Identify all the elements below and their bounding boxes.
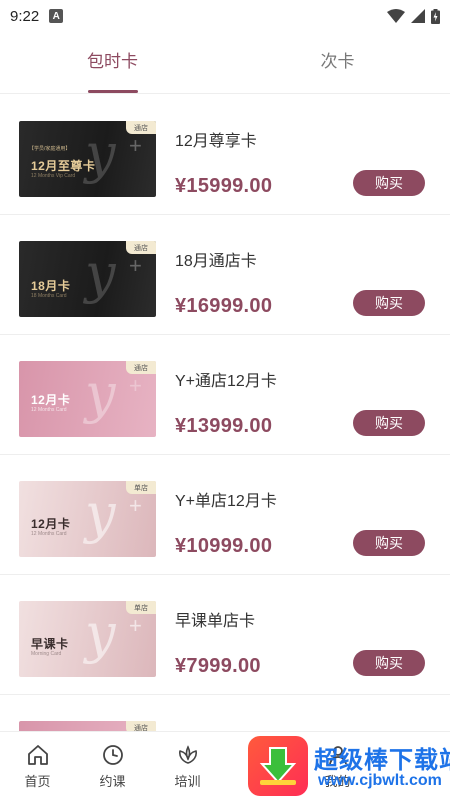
plus-mark: + [129, 613, 142, 638]
card-title: 12月至尊卡 [31, 159, 96, 173]
product-thumbnail: 通店 [19, 721, 156, 731]
site-watermark: 超级棒下载站 www.cjbwlt.com [248, 734, 450, 798]
product-item[interactable]: 通店 [0, 695, 450, 731]
product-thumbnail: y + 早课卡 Morning Card 单店 [19, 601, 156, 677]
buy-button[interactable]: 购买 [353, 170, 425, 196]
product-item[interactable]: y + 12月卡 12 Months Card 通店 Y+通店12月卡 ¥139… [0, 335, 450, 455]
tab-time-card[interactable]: 包时卡 [0, 32, 225, 93]
store-badge: 通店 [126, 121, 156, 134]
store-badge: 通店 [126, 241, 156, 254]
product-price: ¥16999.00 [175, 295, 273, 317]
wifi-icon [387, 9, 405, 23]
lotus-icon [178, 744, 197, 764]
nav-label: 约课 [99, 773, 126, 789]
card-type-tabs: 包时卡 次卡 [0, 32, 450, 94]
nav-item-training[interactable]: 培训 [150, 732, 225, 800]
watermark-logo [248, 736, 308, 796]
product-thumbnail: y + 18月卡 18 Months Card 通店 [19, 241, 156, 317]
product-price: ¥15999.00 [175, 175, 273, 197]
product-list[interactable]: 【学员/家庭通用】 y + 12月至尊卡 12 Months Vip Card … [0, 95, 450, 731]
status-bar: 9:22 A [0, 0, 450, 32]
active-tab-indicator [87, 90, 138, 93]
download-arrow-icon [259, 747, 297, 785]
product-item[interactable]: y + 12月卡 12 Months Card 单店 Y+单店12月卡 ¥109… [0, 455, 450, 575]
buy-button[interactable]: 购买 [353, 410, 425, 436]
notification-a-icon: A [49, 9, 64, 23]
product-name: Y+单店12月卡 [175, 493, 277, 510]
card-title: 早课卡 [31, 637, 69, 651]
card-title: 12月卡 [31, 393, 71, 407]
card-subtitle: 18 Months Card [31, 293, 67, 299]
store-badge: 单店 [126, 481, 156, 494]
buy-button[interactable]: 购买 [353, 530, 425, 556]
product-name: 早课单店卡 [175, 613, 256, 630]
plus-mark: + [129, 133, 142, 158]
card-title: 12月卡 [31, 517, 71, 531]
nav-item-home[interactable]: 首页 [0, 732, 75, 800]
tab-label: 包时卡 [87, 52, 138, 71]
product-name: 12月尊享卡 [175, 133, 257, 150]
buy-button[interactable]: 购买 [353, 290, 425, 316]
plus-mark: + [129, 493, 142, 518]
product-item[interactable]: 【学员/家庭通用】 y + 12月至尊卡 12 Months Vip Card … [0, 95, 450, 215]
card-subtitle: 12 Months Card [31, 407, 67, 413]
y-logo-mark: y [85, 602, 116, 665]
product-name: 18月通店卡 [175, 253, 257, 270]
clock-icon [102, 744, 123, 765]
battery-icon [431, 8, 440, 24]
nav-item-booking[interactable]: 约课 [75, 732, 150, 800]
y-logo-mark: y [85, 362, 116, 425]
product-price: ¥10999.00 [175, 535, 273, 557]
nav-label: 培训 [174, 773, 201, 789]
status-time: 9:22 [10, 7, 40, 25]
y-logo-mark: y [85, 242, 116, 305]
product-item[interactable]: y + 18月卡 18 Months Card 通店 18月通店卡 ¥16999… [0, 215, 450, 335]
plus-mark: + [129, 253, 142, 278]
card-subtitle: Morning Card [31, 651, 62, 657]
watermark-url: www.cjbwlt.com [318, 772, 442, 789]
buy-button[interactable]: 购买 [353, 650, 425, 676]
product-name: Y+通店12月卡 [175, 373, 277, 390]
card-top-text: 【学员/家庭通用】 [29, 146, 71, 152]
product-price: ¥13999.00 [175, 415, 273, 437]
watermark-title: 超级棒下载站 [314, 747, 450, 774]
product-thumbnail: 【学员/家庭通用】 y + 12月至尊卡 12 Months Vip Card … [19, 121, 156, 197]
tab-count-card[interactable]: 次卡 [225, 32, 450, 93]
nav-label: 首页 [24, 773, 51, 789]
product-price: ¥7999.00 [175, 655, 261, 677]
card-title: 18月卡 [31, 279, 71, 293]
signal-icon [411, 9, 425, 23]
status-icons [387, 8, 440, 24]
tab-label: 次卡 [320, 52, 355, 71]
home-icon [27, 744, 48, 765]
card-subtitle: 12 Months Vip Card [31, 173, 76, 179]
product-item[interactable]: y + 早课卡 Morning Card 单店 早课单店卡 ¥7999.00 购… [0, 575, 450, 695]
product-thumbnail: y + 12月卡 12 Months Card 通店 [19, 361, 156, 437]
plus-mark: + [129, 373, 142, 398]
card-subtitle: 12 Months Card [31, 531, 67, 537]
store-badge: 单店 [126, 601, 156, 614]
product-thumbnail: y + 12月卡 12 Months Card 单店 [19, 481, 156, 557]
store-badge: 通店 [126, 361, 156, 374]
y-logo-mark: y [85, 482, 116, 545]
store-badge: 通店 [126, 721, 156, 731]
